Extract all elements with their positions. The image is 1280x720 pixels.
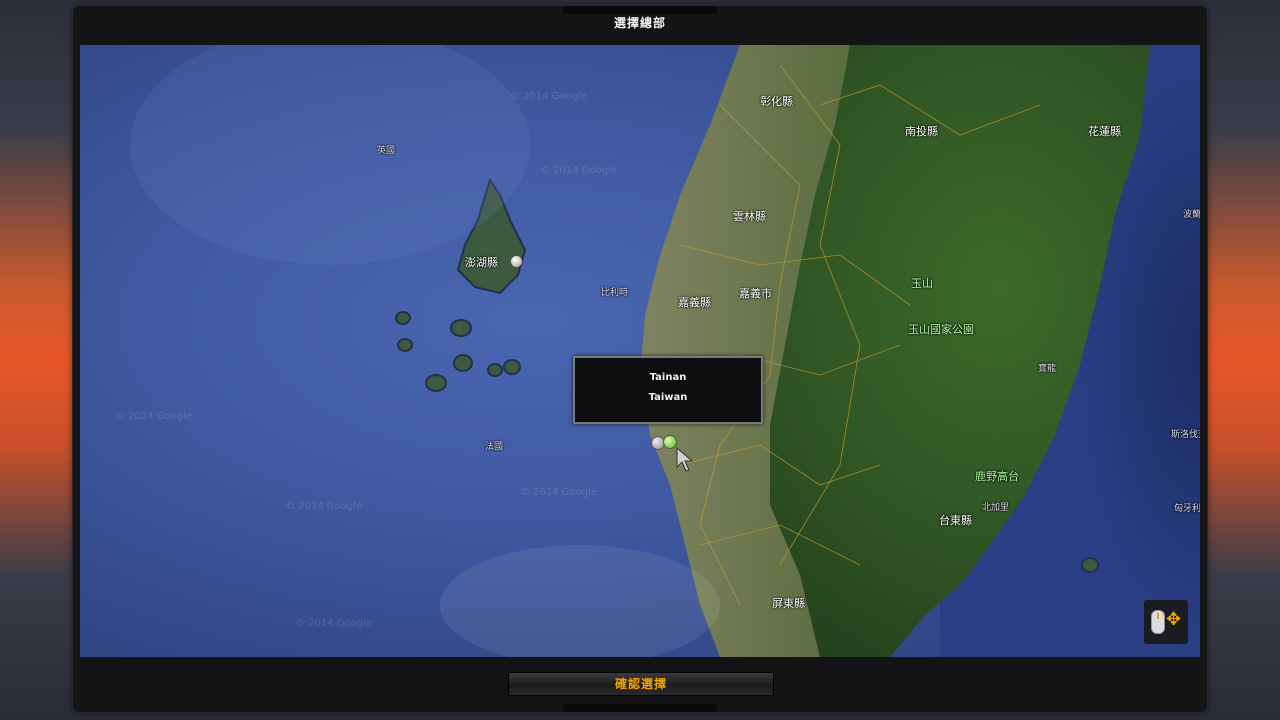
map-label-xiongyali: 匈牙利 <box>1174 504 1200 514</box>
map-label-yushan-park: 玉山國家公園 <box>908 323 974 336</box>
map-terrain <box>130 45 1200 657</box>
map-controls-widget[interactable]: ✥ <box>1144 600 1188 644</box>
top-tab <box>563 6 717 14</box>
dialog-title: 選擇總部 <box>613 16 666 30</box>
selected-location-marker-icon[interactable] <box>663 435 677 449</box>
map-label-taitung: 台東縣 <box>939 514 972 527</box>
map-label-yunlin: 雲林縣 <box>733 210 766 223</box>
bottom-tab <box>563 704 717 712</box>
map-label-fengyuan: 寶龍 <box>1038 364 1057 374</box>
mouse-cursor-icon <box>676 447 694 472</box>
map-label-ying: 英國 <box>377 146 396 156</box>
move-arrows-icon: ✥ <box>1166 609 1182 630</box>
map-watermark: © 2014 Google <box>540 165 618 176</box>
map-watermark: © 2014 Google <box>115 411 193 422</box>
map-label-beijiali: 北加里 <box>982 503 1010 513</box>
map-label-hualien: 花蓮縣 <box>1088 125 1121 138</box>
map-watermark: © 2014 Google <box>510 91 588 102</box>
mouse-icon <box>1151 610 1165 634</box>
map-label-pingtung: 屏東縣 <box>772 597 805 610</box>
map-label-sgld: 斯洛伐克 <box>1171 430 1200 440</box>
map-label-chiayi-county: 嘉義縣 <box>678 296 711 309</box>
map-watermark: © 2014 Google <box>295 618 373 629</box>
map-view[interactable]: © 2014 Google © 2014 Google © 2014 Googl… <box>80 45 1200 657</box>
tooltip-country: Taiwan <box>648 392 688 403</box>
map-label-bilishi: 比利時 <box>601 288 629 298</box>
map-label-penghu: 澎湖縣 <box>465 256 498 269</box>
penghu-marker-icon[interactable] <box>511 256 522 267</box>
city-tooltip: Tainan Taiwan <box>573 356 763 424</box>
map-label-nantou: 南投縣 <box>905 125 938 138</box>
map-label-bolan: 波蘭 <box>1183 210 1200 220</box>
confirm-selection-button[interactable]: 確認選擇 <box>508 672 774 696</box>
map-watermark: © 2014 Google <box>285 501 363 512</box>
map-label-luye: 鹿野高台 <box>975 470 1019 483</box>
map-label-fa: 法國 <box>485 442 504 452</box>
map-label-chiayi-city: 嘉義市 <box>739 287 772 300</box>
map-label-changhua: 彰化縣 <box>760 95 793 108</box>
tooltip-city: Tainan <box>649 372 687 383</box>
map-label-yushan: 玉山 <box>911 277 933 290</box>
map-watermark: © 2014 Google <box>520 487 598 498</box>
